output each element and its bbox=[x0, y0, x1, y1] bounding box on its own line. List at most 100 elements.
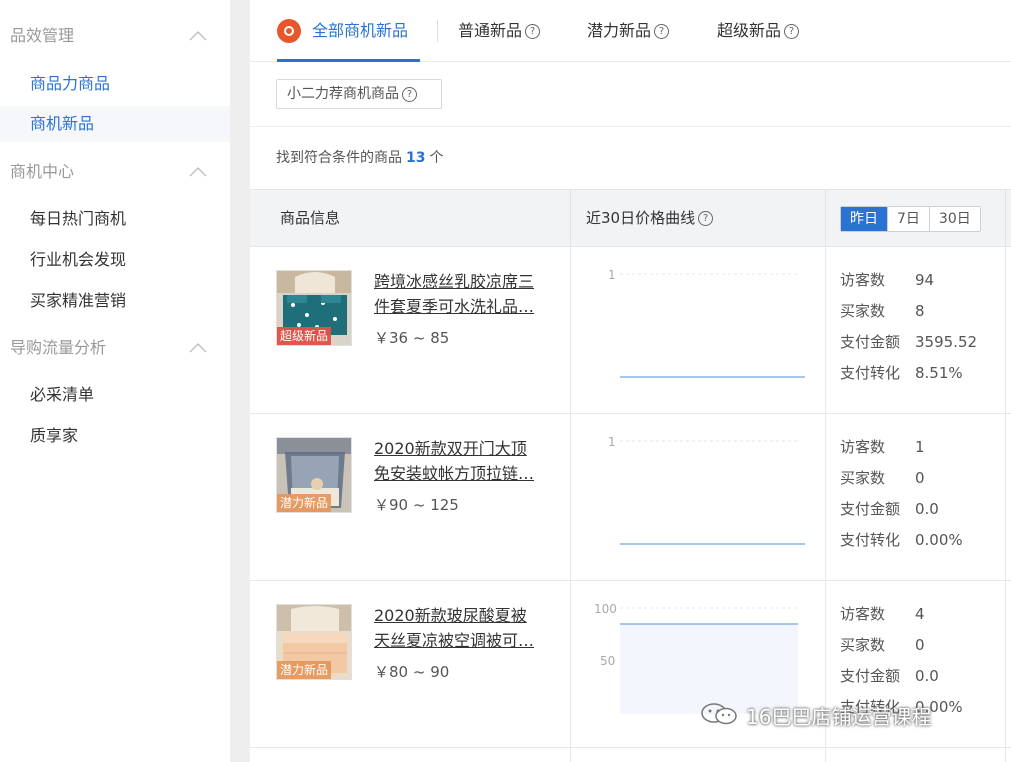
title-line: 天丝夏凉被空调被可… bbox=[374, 631, 535, 650]
badge-potential-new: 潜力新品 bbox=[277, 661, 332, 679]
metric-label: 访客数 bbox=[840, 271, 886, 289]
column-divider bbox=[1005, 581, 1006, 748]
chevron-up-icon[interactable] bbox=[186, 21, 210, 51]
help-icon[interactable]: ? bbox=[525, 24, 541, 39]
axis-tick-label: 1 bbox=[608, 435, 616, 449]
metric-label: 支付金额 bbox=[840, 500, 901, 518]
sidebar-item-product-power[interactable]: 商品力商品 bbox=[0, 66, 230, 102]
column-header-info: 商品信息 bbox=[280, 209, 341, 227]
column-divider bbox=[570, 247, 571, 414]
tab-all-new[interactable]: 全部商机新品 bbox=[277, 0, 420, 62]
sidebar-group-traffic[interactable]: 导购流量分析 bbox=[10, 333, 210, 363]
sidebar-item-must-buy[interactable]: 必采清单 bbox=[0, 377, 230, 413]
table-row: 潜力新品 2020新款双开门大顶 免安装蚊帐方顶拉链… ￥90 ~ 125 1 … bbox=[250, 414, 1011, 581]
metrics: 访客数 94 买家数 8 支付金额 3595.52 支付转化 8.51% bbox=[840, 269, 1000, 393]
tab-label: 超级新品 bbox=[717, 21, 782, 40]
product-thumbnail[interactable]: 潜力新品 bbox=[276, 604, 352, 680]
metric-conversion: 支付转化 0.00% bbox=[840, 529, 1000, 560]
metric-label: 买家数 bbox=[840, 469, 886, 487]
watermark-text: 16巴巴店铺运营课程 bbox=[746, 705, 932, 729]
metric-buyers: 买家数 8 bbox=[840, 300, 1000, 331]
metric-value: 4 bbox=[915, 605, 925, 623]
metric-label: 买家数 bbox=[840, 636, 886, 654]
result-suffix: 个 bbox=[429, 150, 444, 166]
title-line: 2020新款双开门大顶 bbox=[374, 439, 527, 458]
badge-potential-new: 潜力新品 bbox=[277, 494, 332, 512]
metric-value: 94 bbox=[915, 271, 935, 289]
help-icon[interactable]: ? bbox=[402, 86, 417, 102]
main-panel: 全部商机新品 普通新品? 潜力新品? 超级新品? 小二力荐商机商品? 找到符合条… bbox=[250, 0, 1011, 762]
tab-label: 潜力新品 bbox=[587, 21, 652, 40]
sidebar-group-title: 品效管理 bbox=[10, 26, 75, 45]
metric-label: 访客数 bbox=[840, 438, 886, 456]
sidebar-group-title: 商机中心 bbox=[10, 162, 75, 181]
metric-label: 支付金额 bbox=[840, 667, 901, 685]
tab-potential-new[interactable]: 潜力新品? bbox=[587, 0, 670, 62]
divider bbox=[250, 126, 1011, 127]
gutter bbox=[230, 0, 250, 762]
title-line: 跨境冰感丝乳胶凉席三 bbox=[374, 272, 535, 291]
title-line: 件套夏季可水洗礼品… bbox=[374, 297, 535, 316]
metric-label: 买家数 bbox=[840, 302, 886, 320]
filter-recommended-button[interactable]: 小二力荐商机商品? bbox=[276, 79, 442, 109]
product-title-link[interactable]: 跨境冰感丝乳胶凉席三 件套夏季可水洗礼品… bbox=[374, 269, 554, 319]
range-30d-button[interactable]: 30日 bbox=[928, 207, 980, 231]
price-curve-chart: 1 bbox=[590, 247, 830, 414]
column-divider bbox=[1005, 190, 1006, 246]
column-divider bbox=[825, 748, 826, 762]
badge-super-new: 超级新品 bbox=[277, 327, 332, 345]
metric-value: 0 bbox=[915, 636, 925, 654]
watermark: 16巴巴店铺运营课程 bbox=[700, 700, 931, 734]
sidebar-item-quality[interactable]: 质享家 bbox=[0, 418, 230, 454]
metric-label: 支付转化 bbox=[840, 531, 901, 549]
metric-payment: 支付金额 3595.52 bbox=[840, 331, 1000, 362]
metric-label: 支付金额 bbox=[840, 333, 901, 351]
column-header-price-curve: 近30日价格曲线? bbox=[586, 190, 714, 246]
product-thumbnail[interactable]: 潜力新品 bbox=[276, 437, 352, 513]
metric-visitors: 访客数 4 bbox=[840, 603, 1000, 634]
metric-value: 0.0 bbox=[915, 667, 939, 685]
tab-divider bbox=[437, 20, 438, 42]
title-line: 2020新款玻尿酸夏被 bbox=[374, 606, 527, 625]
sidebar-item-daily-hot[interactable]: 每日热门商机 bbox=[0, 201, 230, 237]
chevron-up-icon[interactable] bbox=[186, 333, 210, 363]
tab-normal-new[interactable]: 普通新品? bbox=[458, 0, 541, 62]
help-icon[interactable]: ? bbox=[654, 24, 670, 39]
metric-conversion: 支付转化 8.51% bbox=[840, 362, 1000, 393]
sidebar-group-opportunity-center[interactable]: 商机中心 bbox=[10, 157, 210, 187]
price-curve-chart: 1 bbox=[590, 414, 830, 581]
product-title-link[interactable]: 2020新款玻尿酸夏被 天丝夏凉被空调被可… bbox=[374, 603, 554, 653]
sidebar-item-opportunity-new[interactable]: 商机新品 bbox=[0, 106, 230, 142]
column-divider bbox=[570, 748, 571, 762]
column-divider bbox=[1005, 247, 1006, 414]
range-selector: 昨日 7日 30日 bbox=[840, 206, 981, 232]
product-title-link[interactable]: 2020新款双开门大顶 免安装蚊帐方顶拉链… bbox=[374, 436, 554, 486]
metric-label: 支付转化 bbox=[840, 364, 901, 382]
sidebar-group-efficiency[interactable]: 品效管理 bbox=[10, 21, 210, 51]
metric-buyers: 买家数 0 bbox=[840, 634, 1000, 665]
range-yesterday-button[interactable]: 昨日 bbox=[841, 207, 887, 231]
column-divider bbox=[1005, 748, 1006, 762]
table-header: 商品信息 近30日价格曲线? 昨日 7日 30日 bbox=[250, 189, 1011, 247]
help-icon[interactable]: ? bbox=[698, 211, 714, 226]
metrics: 访客数 1 买家数 0 支付金额 0.0 支付转化 0.00% bbox=[840, 436, 1000, 560]
range-7d-button[interactable]: 7日 bbox=[887, 207, 929, 231]
column-divider bbox=[570, 190, 571, 246]
metric-visitors: 访客数 94 bbox=[840, 269, 1000, 300]
product-thumbnail[interactable]: 超级新品 bbox=[276, 270, 352, 346]
sidebar-item-industry[interactable]: 行业机会发现 bbox=[0, 242, 230, 278]
axis-tick-label: 1 bbox=[608, 268, 616, 282]
result-prefix: 找到符合条件的商品 bbox=[276, 150, 402, 166]
table-row: 超级新品 跨境冰感丝乳胶凉席三 件套夏季可水洗礼品… ￥36 ~ 85 1 访客… bbox=[250, 247, 1011, 414]
metric-payment: 支付金额 0.0 bbox=[840, 665, 1000, 696]
table-row bbox=[250, 748, 1011, 762]
tab-label: 全部商机新品 bbox=[312, 21, 409, 40]
tab-super-new[interactable]: 超级新品? bbox=[717, 0, 800, 62]
metric-value: 8.51% bbox=[915, 364, 963, 382]
sidebar-item-buyer-marketing[interactable]: 买家精准营销 bbox=[0, 283, 230, 319]
help-icon[interactable]: ? bbox=[784, 24, 800, 39]
chevron-up-icon[interactable] bbox=[186, 157, 210, 187]
price-range: ￥36 ~ 85 bbox=[374, 329, 450, 347]
price-range: ￥90 ~ 125 bbox=[374, 496, 459, 514]
metric-value: 0.00% bbox=[915, 531, 963, 549]
